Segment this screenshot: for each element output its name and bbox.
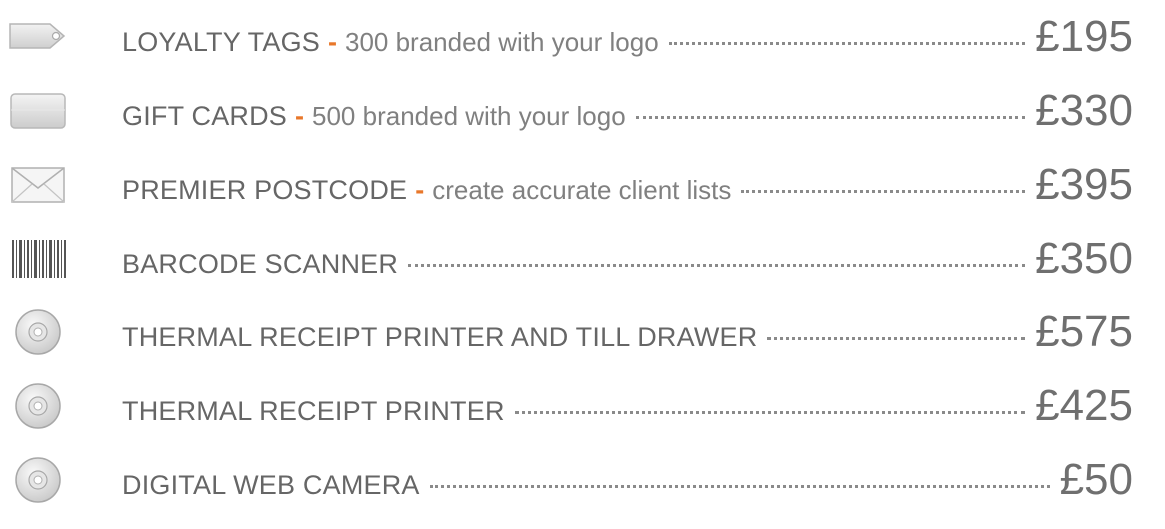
disc-icon [8, 381, 68, 431]
item-description: 300 branded with your logo [344, 27, 659, 57]
item-separator: - [327, 27, 337, 57]
dot-leader [429, 481, 1050, 488]
item-price: £195 [1035, 12, 1133, 61]
dot-leader [635, 112, 1026, 119]
list-item: DIGITAL WEB CAMERA £50 [0, 451, 1165, 509]
dot-leader [514, 407, 1026, 414]
list-item: PREMIER POSTCODE - create accurate clien… [0, 156, 1165, 214]
dot-leader [408, 260, 1026, 267]
disc-icon [8, 455, 68, 505]
item-title: PREMIER POSTCODE [122, 175, 408, 205]
list-item: THERMAL RECEIPT PRINTER £425 [0, 377, 1165, 435]
disc-icon [8, 307, 68, 357]
envelope-icon [8, 160, 68, 210]
item-price: £575 [1035, 307, 1133, 356]
list-item: THERMAL RECEIPT PRINTER AND TILL DRAWER … [0, 303, 1165, 361]
dot-leader [668, 38, 1026, 45]
item-title: DIGITAL WEB CAMERA [122, 470, 420, 500]
item-title: LOYALTY TAGS [122, 27, 320, 57]
item-description: create accurate client lists [432, 175, 732, 205]
list-item: GIFT CARDS - 500 branded with your logo … [0, 82, 1165, 140]
item-title: BARCODE SCANNER [122, 249, 399, 279]
item-title: GIFT CARDS [122, 101, 288, 131]
barcode-icon [8, 234, 68, 284]
item-title: THERMAL RECEIPT PRINTER AND TILL DRAWER [122, 322, 758, 352]
item-price: £50 [1059, 455, 1133, 504]
item-separator: - [295, 101, 305, 131]
dot-leader [767, 333, 1026, 340]
tag-icon [8, 12, 68, 62]
item-description: 500 branded with your logo [312, 101, 626, 131]
dot-leader [741, 186, 1026, 193]
item-price: £395 [1035, 160, 1133, 209]
item-price: £350 [1035, 234, 1133, 283]
item-price: £425 [1035, 381, 1133, 430]
item-title: THERMAL RECEIPT PRINTER [122, 396, 505, 426]
item-price: £330 [1035, 86, 1133, 135]
card-icon [8, 86, 68, 136]
list-item: BARCODE SCANNER £350 [0, 230, 1165, 288]
item-separator: - [415, 175, 425, 205]
list-item: LOYALTY TAGS - 300 branded with your log… [0, 8, 1165, 66]
